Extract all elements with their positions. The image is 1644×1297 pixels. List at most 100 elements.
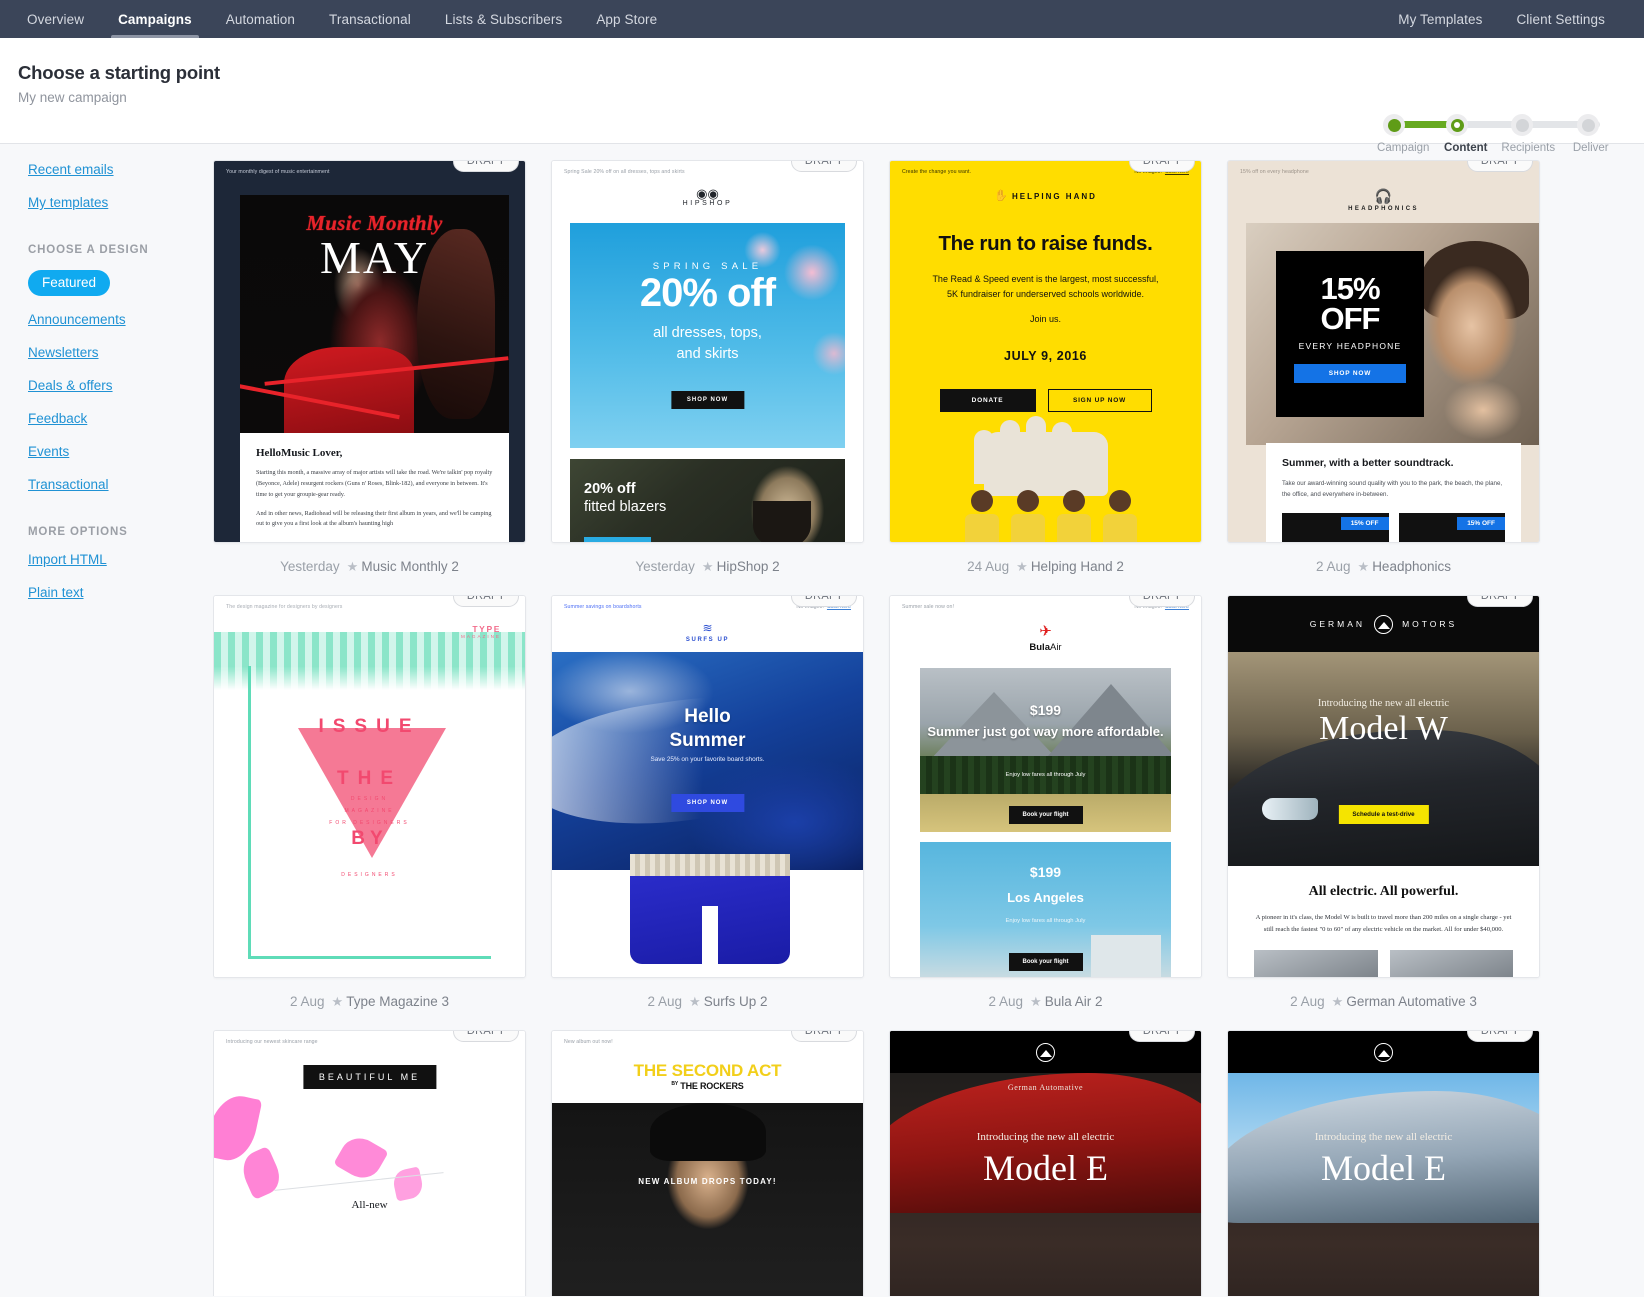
brand-logo: ◉◉ HIPSHOP bbox=[552, 187, 863, 207]
template-card-hipshop[interactable]: DRAFT Spring Sale 20% off on all dresses… bbox=[551, 160, 864, 543]
issue-small-2: MAGAZINE bbox=[344, 808, 395, 814]
template-card-surfs-up[interactable]: DRAFT Summer savings on boardshorts No I… bbox=[551, 595, 864, 978]
step-dot-campaign[interactable] bbox=[1383, 114, 1405, 136]
header-title-block: Choose a starting point My new campaign bbox=[0, 38, 220, 105]
shop-now-button-secondary[interactable]: SHOP NOW bbox=[584, 537, 652, 542]
sidebar-item-transactional[interactable]: Transactional bbox=[28, 477, 109, 492]
template-card-model-e-blue[interactable]: DRAFT Introducing the new all electric M… bbox=[1227, 1030, 1540, 1296]
sidebar-item-recent-emails[interactable]: Recent emails bbox=[28, 162, 114, 177]
donate-button[interactable]: DONATE bbox=[939, 388, 1036, 412]
product-image-boardshorts bbox=[630, 854, 790, 964]
shop-now-button[interactable]: SHOP NOW bbox=[670, 391, 745, 409]
decorative-torso bbox=[965, 514, 999, 542]
template-card-music-monthly[interactable]: DRAFT Your monthly digest of music enter… bbox=[213, 160, 526, 543]
decorative-petal bbox=[391, 1166, 425, 1202]
schedule-test-drive-button[interactable]: Schedule a test-drive bbox=[1338, 805, 1429, 824]
template-card-german-automative[interactable]: DRAFT GERMAN MOTORS Introducing the new … bbox=[1227, 595, 1540, 978]
template-card-headphonics[interactable]: DRAFT 15% off on every headphone 🎧 HEADP… bbox=[1227, 160, 1540, 543]
step-dot-content[interactable] bbox=[1446, 114, 1468, 136]
caption-date: 2 Aug bbox=[1290, 994, 1325, 1009]
sidebar-item-announcements[interactable]: Announcements bbox=[28, 312, 126, 327]
template-card-beautiful-me[interactable]: DRAFT Introducing our newest skincare ra… bbox=[213, 1030, 526, 1296]
caption-date: Yesterday bbox=[280, 559, 340, 574]
sidebar-item-featured[interactable]: Featured bbox=[28, 270, 111, 296]
nav-item-app-store[interactable]: App Store bbox=[579, 0, 674, 38]
decorative-finger bbox=[1000, 420, 1020, 486]
card-caption: 2 Aug ★ Headphonics bbox=[1227, 543, 1540, 595]
page-header: Choose a starting point My new campaign … bbox=[0, 38, 1644, 154]
decorative-finger bbox=[1078, 432, 1098, 484]
template-preview-type-magazine: The design magazine for designers by des… bbox=[214, 596, 525, 977]
decorative-finger bbox=[1026, 416, 1046, 486]
destination-city: Los Angeles bbox=[1007, 890, 1084, 905]
template-card-model-e-red[interactable]: DRAFT German Automative Introducing the … bbox=[889, 1030, 1202, 1296]
favorite-star-icon[interactable]: ★ bbox=[1332, 994, 1344, 1009]
product-tile[interactable]: 15% OFF bbox=[1398, 513, 1505, 542]
hero-model: Model E bbox=[1321, 1148, 1446, 1188]
airplane-icon: ✈ bbox=[1039, 623, 1052, 640]
template-card-second-act[interactable]: DRAFT New album out now! THE SECOND ACT … bbox=[551, 1030, 864, 1296]
favorite-star-icon[interactable]: ★ bbox=[702, 559, 714, 574]
sidebar-item-feedback[interactable]: Feedback bbox=[28, 411, 87, 426]
status-badge: DRAFT bbox=[1128, 1031, 1195, 1042]
decorative-car bbox=[890, 1073, 1201, 1213]
sidebar-item-import-html[interactable]: Import HTML bbox=[28, 552, 107, 567]
template-card-helping-hand[interactable]: DRAFT Create the change you want. No Ima… bbox=[889, 160, 1202, 543]
event-date: JULY 9, 2016 bbox=[1004, 348, 1087, 363]
product-tile[interactable]: 15% OFF bbox=[1282, 513, 1389, 542]
sign-up-now-button[interactable]: SIGN UP NOW bbox=[1047, 388, 1152, 412]
decorative-head bbox=[1063, 490, 1085, 512]
nav-item-transactional[interactable]: Transactional bbox=[312, 0, 428, 38]
template-preview-beautiful-me: Introducing our newest skincare range BE… bbox=[214, 1031, 525, 1296]
sidebar-item-events[interactable]: Events bbox=[28, 444, 69, 459]
decorative-petal bbox=[333, 1131, 389, 1185]
template-cell: DRAFT Your monthly digest of music enter… bbox=[213, 160, 526, 595]
preheader-text: Your monthly digest of music entertainme… bbox=[226, 169, 330, 175]
favorite-star-icon[interactable]: ★ bbox=[1358, 559, 1370, 574]
hero-model: Model E bbox=[983, 1148, 1108, 1188]
brand-name-left: GERMAN bbox=[1309, 619, 1366, 629]
sidebar-item-plain-text[interactable]: Plain text bbox=[28, 585, 84, 600]
step-label-campaign: Campaign bbox=[1377, 142, 1430, 154]
template-cell: DRAFT Summer savings on boardshorts No I… bbox=[551, 595, 864, 1030]
shop-now-button[interactable]: SHOP NOW bbox=[670, 794, 745, 812]
template-card-type-magazine[interactable]: DRAFT The design magazine for designers … bbox=[213, 595, 526, 978]
favorite-star-icon[interactable]: ★ bbox=[332, 994, 344, 1009]
card-caption: 2 Aug ★ Bula Air 2 bbox=[889, 978, 1202, 1030]
preheader-text: Summer sale now on! bbox=[902, 604, 955, 610]
nav-item-my-templates[interactable]: My Templates bbox=[1381, 0, 1499, 38]
gallery-row bbox=[1254, 950, 1513, 977]
step-dot-deliver[interactable] bbox=[1577, 114, 1599, 136]
nav-item-lists-subscribers[interactable]: Lists & Subscribers bbox=[428, 0, 579, 38]
book-flight-button-1[interactable]: Book your flight bbox=[1008, 806, 1083, 824]
hero-headline: All-new bbox=[351, 1199, 388, 1211]
sidebar-item-newsletters[interactable]: Newsletters bbox=[28, 345, 99, 360]
nav-item-client-settings[interactable]: Client Settings bbox=[1499, 0, 1622, 38]
body-paragraph: A pioneer in it's class, the Model W is … bbox=[1255, 914, 1512, 934]
preheader-text: Summer savings on boardshorts bbox=[564, 604, 642, 610]
template-cell: DRAFT The design magazine for designers … bbox=[213, 595, 526, 1030]
favorite-star-icon[interactable]: ★ bbox=[1030, 994, 1042, 1009]
favorite-star-icon[interactable]: ★ bbox=[347, 559, 359, 574]
sidebar-item-my-templates[interactable]: My templates bbox=[28, 195, 108, 210]
caption-name: Headphonics bbox=[1372, 559, 1451, 574]
preheader-text: The design magazine for designers by des… bbox=[226, 604, 343, 610]
favorite-star-icon[interactable]: ★ bbox=[1016, 559, 1028, 574]
promo-headline-1: Summer just got way more affordable. bbox=[926, 724, 1165, 740]
promo-off: OFF bbox=[1320, 301, 1381, 336]
nav-label: Campaigns bbox=[118, 11, 192, 27]
price-2: $199 bbox=[1029, 864, 1062, 880]
decorative-dress bbox=[284, 347, 414, 433]
secondary-promo-image: $199 Los Angeles Enjoy low fares all thr… bbox=[920, 842, 1171, 977]
nav-item-campaigns[interactable]: Campaigns bbox=[101, 0, 209, 38]
template-cell: DRAFT Introducing the new all electric M… bbox=[1227, 1030, 1540, 1296]
shop-now-button[interactable]: SHOP NOW bbox=[1294, 364, 1406, 383]
favorite-star-icon[interactable]: ★ bbox=[689, 994, 701, 1009]
nav-item-automation[interactable]: Automation bbox=[209, 0, 312, 38]
body-heading: All electric. All powerful. bbox=[1308, 884, 1459, 899]
step-dot-recipients[interactable] bbox=[1511, 114, 1533, 136]
nav-item-overview[interactable]: Overview bbox=[10, 0, 101, 38]
book-flight-button-2[interactable]: Book your flight bbox=[1008, 953, 1083, 971]
sidebar-item-deals-offers[interactable]: Deals & offers bbox=[28, 378, 113, 393]
template-card-bula-air[interactable]: DRAFT Summer sale now on! No Images? Cli… bbox=[889, 595, 1202, 978]
